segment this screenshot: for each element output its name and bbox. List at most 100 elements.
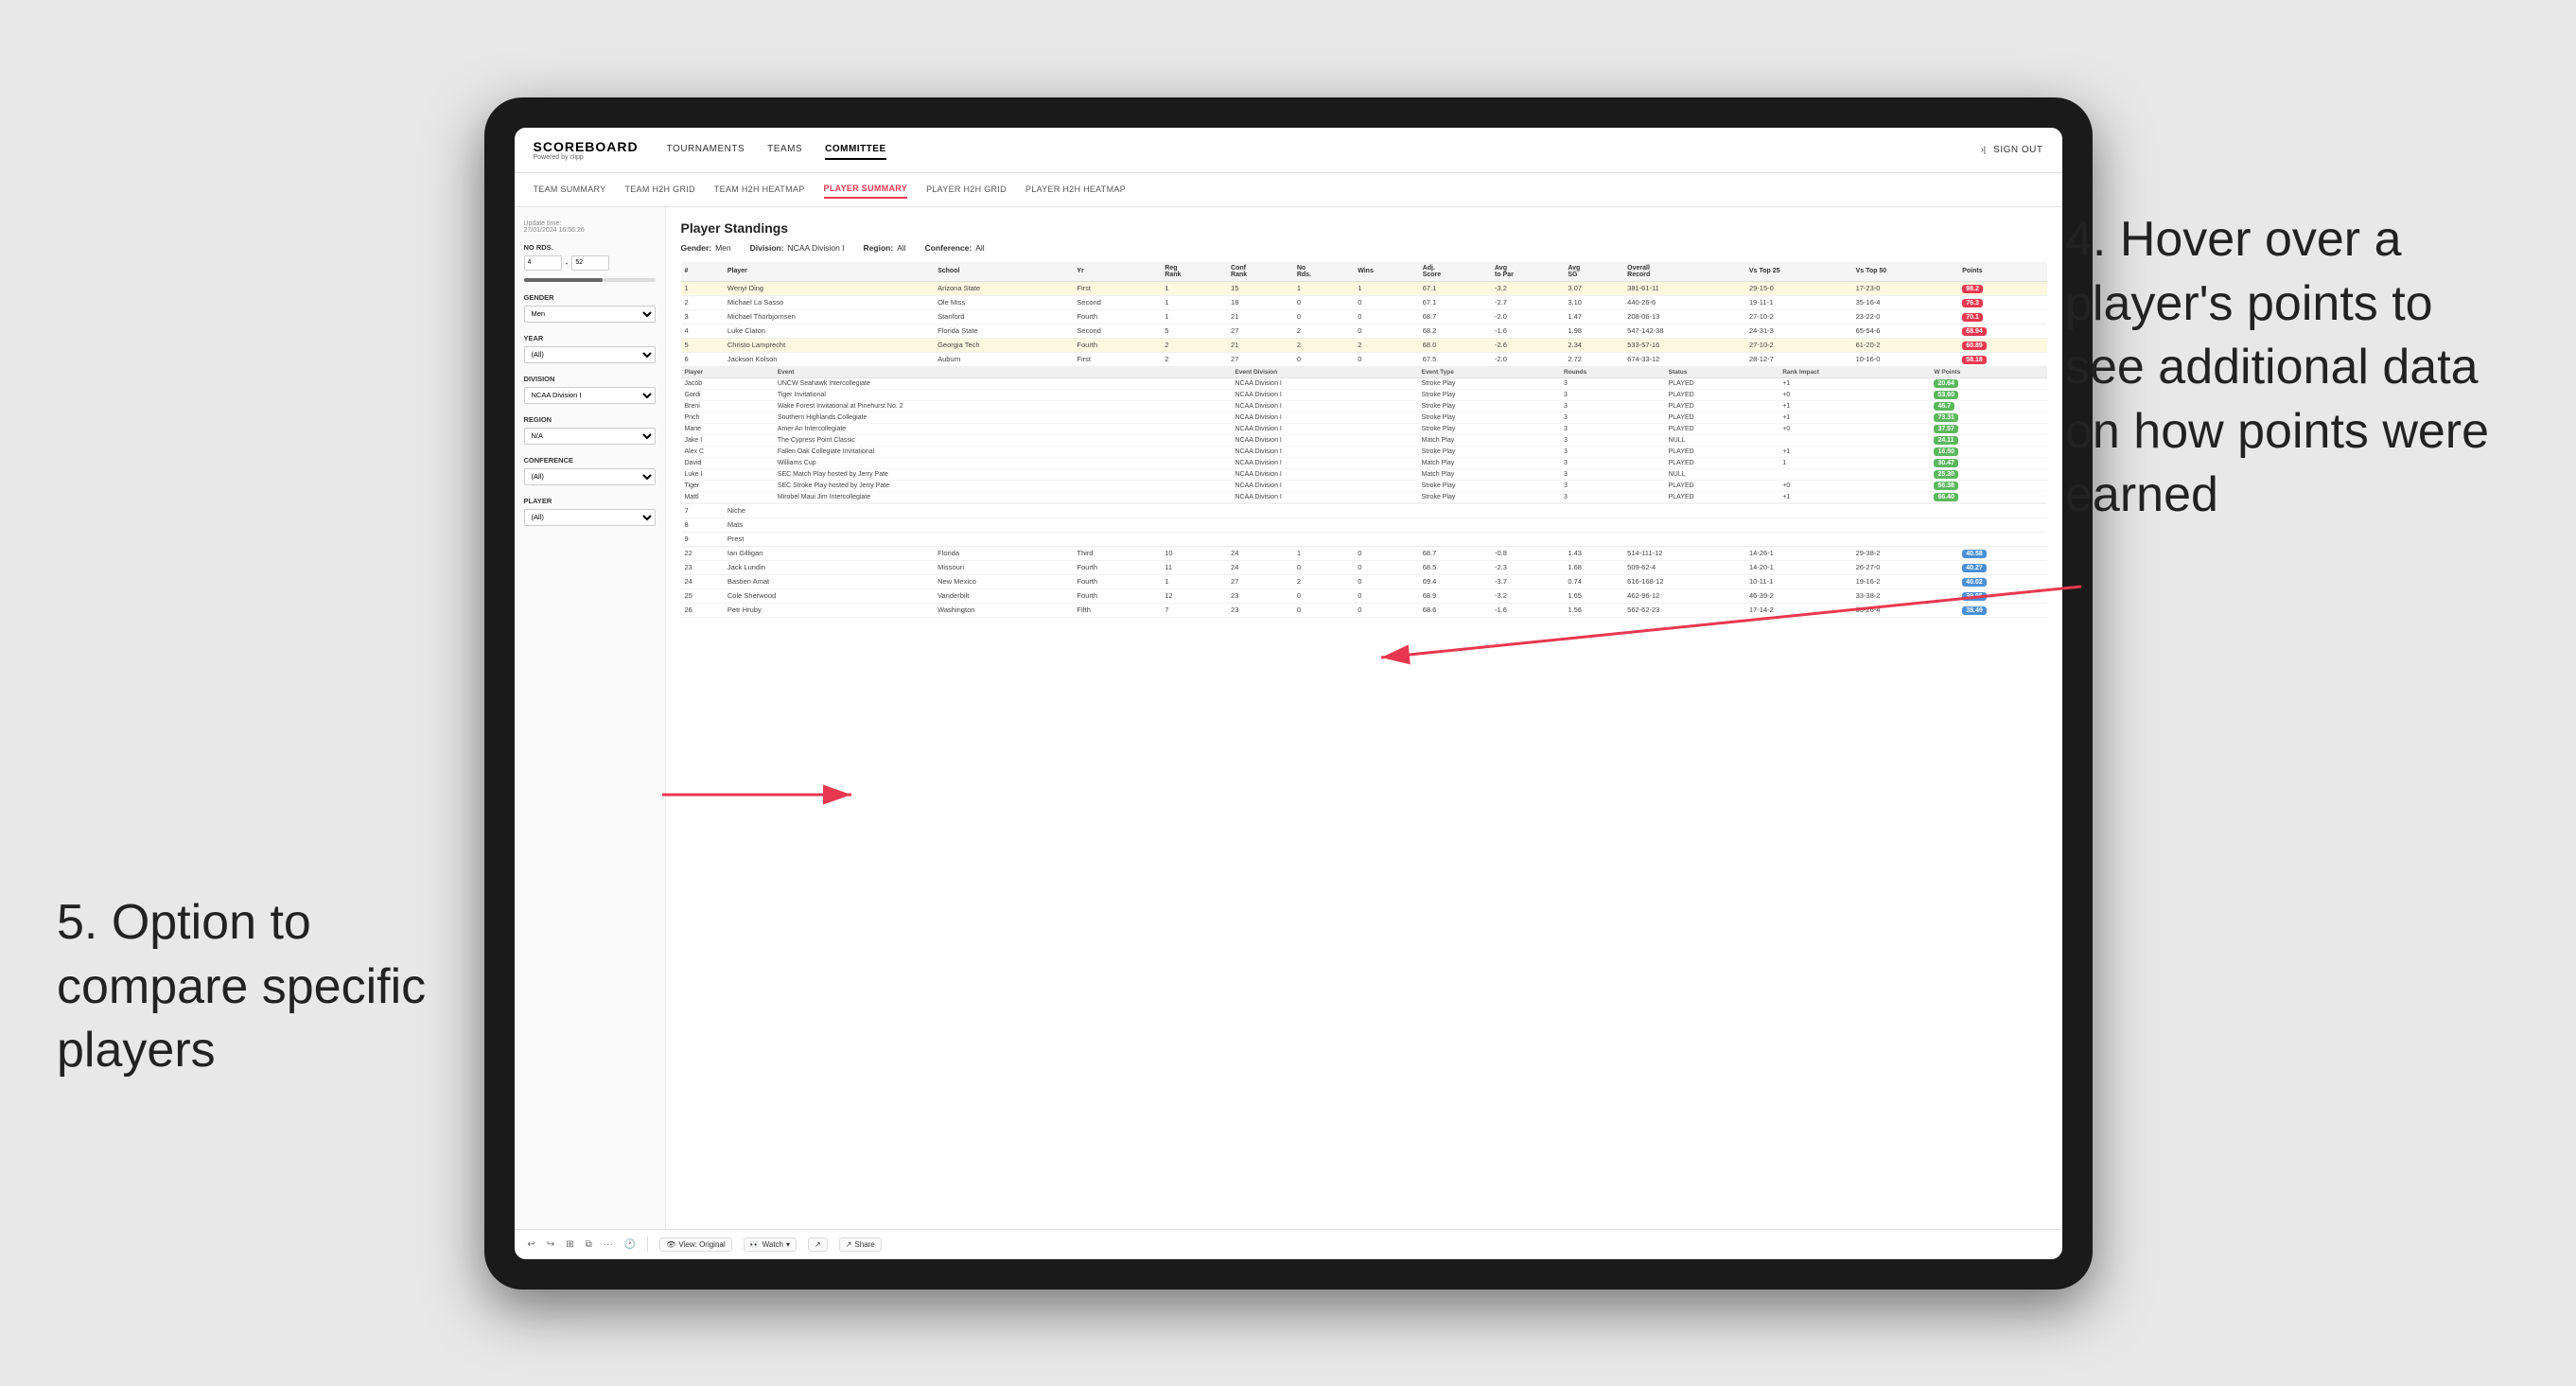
nav-tournaments[interactable]: TOURNAMENTS: [667, 140, 745, 160]
division-select[interactable]: NCAA Division I: [524, 387, 656, 404]
expanded-player-row: Player Event Event Division Event Type R…: [681, 366, 2047, 503]
sub-cell-player: David: [681, 457, 774, 468]
cell-points[interactable]: 68.94: [1958, 324, 2046, 338]
cell-adj: 68.0: [1419, 338, 1491, 352]
cell-points[interactable]: 76.3: [1958, 295, 2046, 309]
nav-items: TOURNAMENTS TEAMS COMMITTEE: [667, 140, 1981, 160]
sub-cell-player: Jacob: [681, 377, 774, 389]
cell-record: 208-06-13: [1623, 309, 1745, 324]
cell-player: Bastien Amat: [724, 574, 934, 588]
cell-adj: 69.4: [1419, 574, 1491, 588]
cell-rank: 1: [681, 281, 724, 295]
cell-points[interactable]: 39.95: [1958, 588, 2046, 603]
cell-points[interactable]: 40.27: [1958, 560, 2046, 574]
cell-points[interactable]: 98.2: [1958, 281, 2046, 295]
cell-points[interactable]: 60.89: [1958, 338, 2046, 352]
cell-sg: 1.98: [1564, 324, 1623, 338]
sign-out-button[interactable]: Sign out: [1993, 141, 2042, 159]
view-original-button[interactable]: 👁 View: Original: [659, 1237, 731, 1252]
cell-rds: 0: [1293, 309, 1354, 324]
cell-reg: 2: [1161, 338, 1227, 352]
clock-icon[interactable]: 🕐: [624, 1239, 636, 1250]
cell-vs25: 19-11-1: [1745, 295, 1852, 309]
player-standings-table: # Player School Yr RegRank ConfRank NoRd…: [681, 262, 2047, 618]
cell-points[interactable]: 40.58: [1958, 546, 2046, 560]
undo-icon[interactable]: ↩: [528, 1239, 535, 1250]
share-button[interactable]: ↗ Share: [839, 1237, 882, 1252]
no-rds-to-input[interactable]: [571, 255, 609, 271]
gender-select[interactable]: Men Women: [524, 306, 656, 323]
filter-division: Division: NCAA Division I: [750, 243, 845, 253]
sub-table-row: Tiger SEC Stroke Play hosted by Jerry Pa…: [681, 480, 2047, 491]
cell-vs50: 29-38-2: [1852, 546, 1959, 560]
cell-rank: 7: [681, 503, 724, 518]
cell-school: Arizona State: [934, 281, 1073, 295]
sub-cell-type: Stroke Play: [1418, 400, 1560, 412]
sub-cell-division: NCAA Division I: [1231, 468, 1417, 480]
sub-nav-team-h2h-heatmap[interactable]: TEAM H2H HEATMAP: [714, 181, 805, 198]
watch-button[interactable]: 👀 Watch ▾: [744, 1237, 797, 1252]
filter-gender: Gender: Men: [681, 243, 731, 253]
more-icon[interactable]: ···: [604, 1239, 613, 1250]
table-row: 3 Michael Thorbjornsen Stanford Fourth 1…: [681, 309, 2047, 324]
cell-rds: 0: [1293, 560, 1354, 574]
share-label: Share: [854, 1240, 874, 1249]
sidebar-gender: Gender Men Women: [524, 293, 656, 323]
cell-conf: 27: [1227, 352, 1293, 366]
cell-yr: Second: [1073, 324, 1161, 338]
export-button[interactable]: ↗: [808, 1237, 828, 1252]
cell-points[interactable]: 38.49: [1958, 603, 2046, 617]
table-row: 25 Cole Sherwood Vanderbilt Fourth 12 23…: [681, 588, 2047, 603]
cell-player: Christo Lamprecht: [724, 338, 934, 352]
sub-cell-rounds: 3: [1560, 389, 1665, 400]
nav-teams[interactable]: TEAMS: [767, 140, 802, 160]
sub-nav-player-h2h-grid[interactable]: PLAYER H2H GRID: [926, 181, 1007, 198]
cell-wins: 0: [1354, 546, 1419, 560]
sub-table-row: Breni Wake Forest Invitational at Pinehu…: [681, 400, 2047, 412]
sub-cell-status: PLAYED: [1665, 446, 1779, 457]
conference-select[interactable]: (All): [524, 468, 656, 485]
sub-table-row: Mane Amer An Intercollegiate NCAA Divisi…: [681, 423, 2047, 434]
table-row: 26 Petr Hruby Washington Fifth 7 23 0 0 …: [681, 603, 2047, 617]
watch-icon: 👀: [750, 1240, 760, 1249]
no-rds-from-input[interactable]: [524, 255, 562, 271]
cell-wins: 0: [1354, 324, 1419, 338]
no-rds-slider[interactable]: [524, 278, 656, 282]
cell-par: -3.7: [1491, 574, 1564, 588]
col-wins: Wins: [1354, 262, 1419, 282]
table-row: 23 Jack Lundin Missouri Fourth 11 24 0 0…: [681, 560, 2047, 574]
redo-icon[interactable]: ↪: [547, 1239, 554, 1250]
sub-col-type: Event Type: [1418, 367, 1560, 378]
cell-wins: 0: [1354, 560, 1419, 574]
sub-nav-team-h2h-grid[interactable]: TEAM H2H GRID: [624, 181, 694, 198]
sub-cell-player: Jake I: [681, 434, 774, 446]
page-title: Player Standings: [681, 220, 2047, 236]
cell-vs25: 14-20-1: [1745, 560, 1852, 574]
event-sub-table: Player Event Event Division Event Type R…: [681, 367, 2047, 503]
cell-rank: 26: [681, 603, 724, 617]
sub-cell-rank: +0: [1779, 389, 1930, 400]
page-wrapper: SCOREBOARD Powered by clipp TOURNAMENTS …: [0, 0, 2576, 1386]
sub-nav-player-h2h-heatmap[interactable]: PLAYER H2H HEATMAP: [1025, 181, 1126, 198]
sub-cell-type: Stroke Play: [1418, 412, 1560, 423]
year-select[interactable]: (All): [524, 346, 656, 363]
cell-player: Petr Hruby: [724, 603, 934, 617]
copy-icon[interactable]: ⧉: [586, 1239, 592, 1250]
sub-cell-division: NCAA Division I: [1231, 446, 1417, 457]
col-vs50: Vs Top 50: [1852, 262, 1959, 282]
cell-vs50: 26-27-0: [1852, 560, 1959, 574]
cell-points[interactable]: 40.02: [1958, 574, 2046, 588]
cell-points[interactable]: 70.1: [1958, 309, 2046, 324]
grid-icon[interactable]: ⊞: [566, 1239, 573, 1250]
region-select[interactable]: N/A: [524, 428, 656, 445]
player-select[interactable]: (All): [524, 509, 656, 526]
table-row: 4 Luke Claton Florida State Second 5 27 …: [681, 324, 2047, 338]
cell-school: Missouri: [934, 560, 1073, 574]
sub-cell-event: Mirobel Maui Jim Intercollegiate: [774, 491, 1232, 502]
sub-nav-player-summary[interactable]: PLAYER SUMMARY: [824, 180, 908, 199]
nav-committee[interactable]: COMMITTEE: [825, 140, 886, 160]
sub-nav-team-summary[interactable]: TEAM SUMMARY: [534, 181, 606, 198]
cell-points[interactable]: 58.18: [1958, 352, 2046, 366]
cell-rank: 2: [681, 295, 724, 309]
sub-cell-player: Prich: [681, 412, 774, 423]
